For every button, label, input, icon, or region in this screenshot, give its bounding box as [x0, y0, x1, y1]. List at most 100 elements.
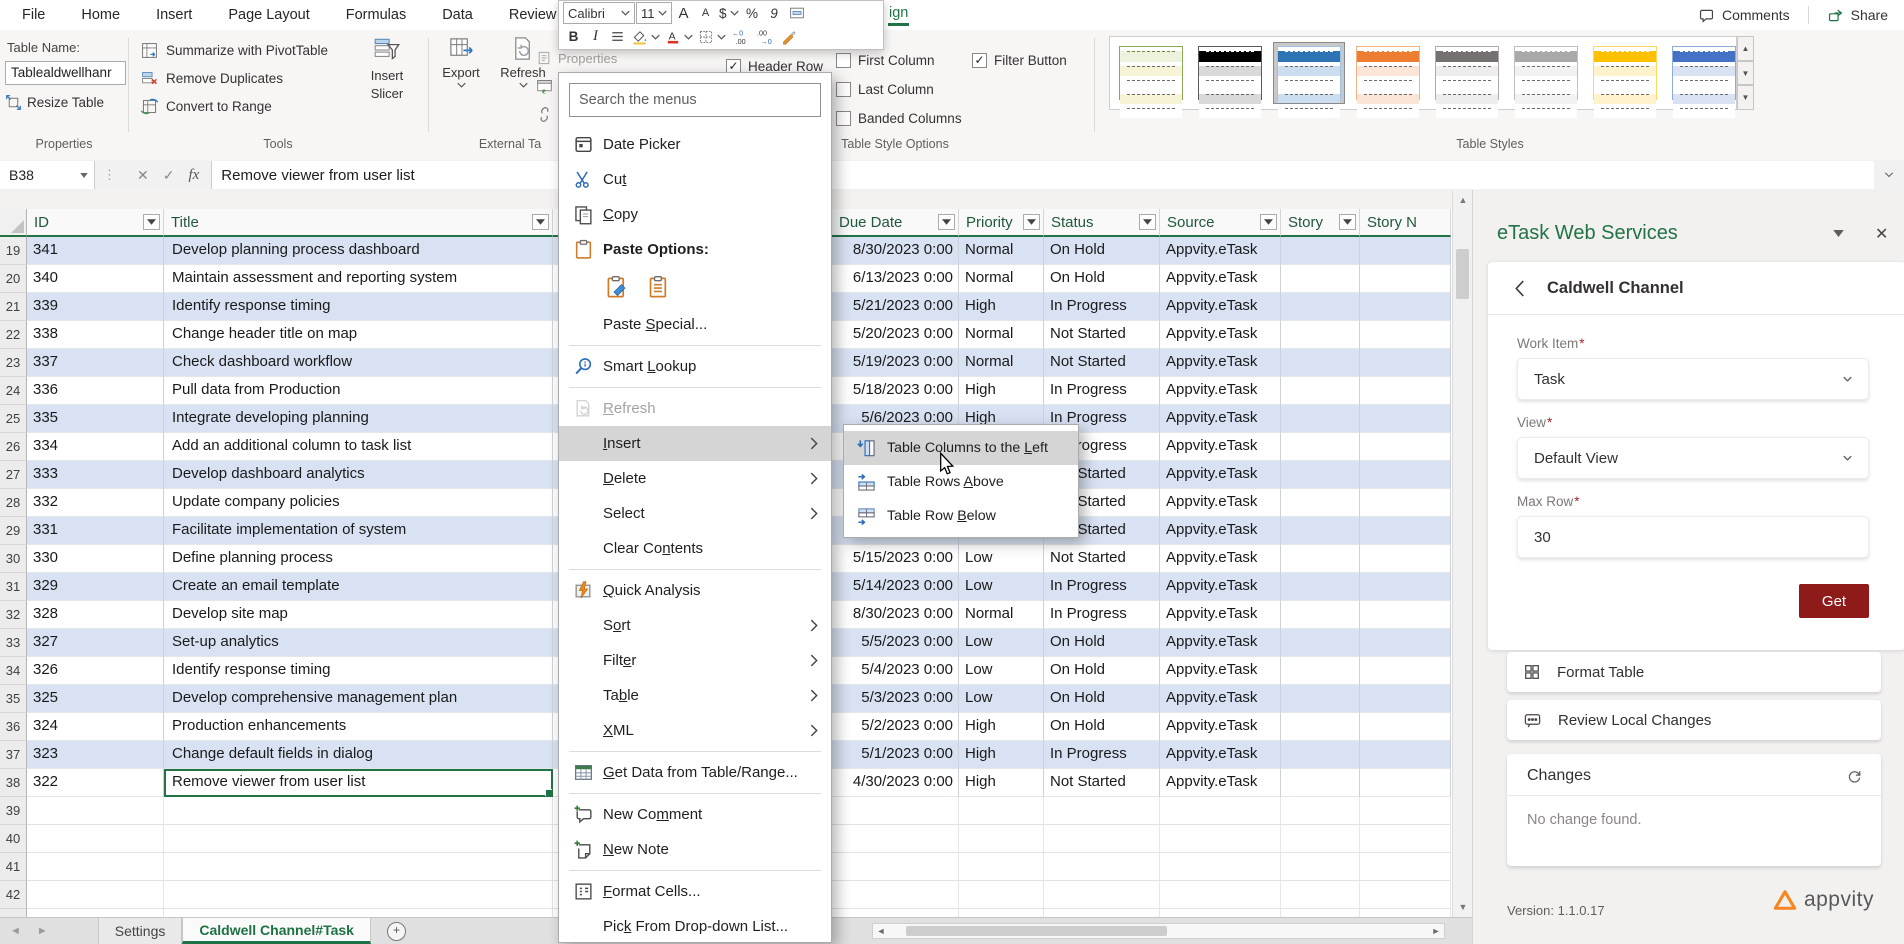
- cell-empty[interactable]: [959, 825, 1044, 853]
- cell-story[interactable]: [1281, 321, 1360, 349]
- cell-due[interactable]: 5/1/2023 0:00: [832, 741, 959, 769]
- cell-status[interactable]: Not Started: [1044, 349, 1160, 377]
- panel-close-icon[interactable]: ✕: [1875, 224, 1888, 244]
- cell-empty[interactable]: [164, 909, 553, 917]
- cell-source[interactable]: Appvity.eTask: [1160, 461, 1281, 489]
- cell-status[interactable]: Not Started: [1044, 321, 1160, 349]
- cell-empty[interactable]: [1360, 909, 1451, 917]
- cell-status[interactable]: On Hold: [1044, 629, 1160, 657]
- filter-button[interactable]: [938, 214, 955, 230]
- cell-id[interactable]: 323: [27, 741, 164, 769]
- table-style-swatch-8[interactable]: [1669, 43, 1739, 103]
- gallery-more-button[interactable]: ▼: [1737, 85, 1754, 110]
- cell-story[interactable]: [1281, 405, 1360, 433]
- cell-empty[interactable]: [1160, 881, 1281, 909]
- shrink-font-icon[interactable]: A: [695, 2, 716, 24]
- menu-item-paste-options[interactable]: Paste Options:: [559, 232, 831, 267]
- column-header-id[interactable]: ID: [27, 209, 164, 237]
- cell-empty[interactable]: [1044, 797, 1160, 825]
- row-number[interactable]: 36: [0, 713, 27, 741]
- cell-storyn[interactable]: [1360, 265, 1451, 293]
- scroll-up-arrow[interactable]: ▲: [1453, 190, 1473, 210]
- cell-id[interactable]: 332: [27, 489, 164, 517]
- cell-due[interactable]: 5/14/2023 0:00: [832, 573, 959, 601]
- table-name-input[interactable]: Tablealdwellhanr: [5, 61, 126, 85]
- cell-story[interactable]: [1281, 629, 1360, 657]
- menu-item-copy[interactable]: Copy: [559, 197, 831, 232]
- cell-priority[interactable]: Normal: [959, 265, 1044, 293]
- cell-priority[interactable]: Normal: [959, 601, 1044, 629]
- cell-id[interactable]: 341: [27, 237, 164, 265]
- cell-empty[interactable]: [1160, 797, 1281, 825]
- cell-title[interactable]: Develop dashboard analytics: [164, 461, 553, 489]
- column-header-title[interactable]: Title: [164, 209, 553, 237]
- cell-story[interactable]: [1281, 293, 1360, 321]
- merge-center-icon[interactable]: [786, 2, 808, 24]
- insert-function-icon[interactable]: fx: [188, 167, 199, 184]
- cell-story[interactable]: [1281, 265, 1360, 293]
- cell-title[interactable]: Identify response timing: [164, 657, 553, 685]
- cell-source[interactable]: Appvity.eTask: [1160, 321, 1281, 349]
- formula-input[interactable]: Remove viewer from user list: [211, 161, 1874, 189]
- cell-empty[interactable]: [1281, 797, 1360, 825]
- cell-source[interactable]: Appvity.eTask: [1160, 769, 1281, 797]
- refresh-changes-icon[interactable]: [1846, 768, 1863, 785]
- cell-storyn[interactable]: [1360, 769, 1451, 797]
- filter-button[interactable]: [1139, 214, 1156, 230]
- cell-source[interactable]: Appvity.eTask: [1160, 657, 1281, 685]
- percent-style-icon[interactable]: %: [742, 2, 763, 24]
- vertical-scroll-thumb[interactable]: [1456, 249, 1469, 299]
- cell-priority[interactable]: High: [959, 769, 1044, 797]
- cell-priority[interactable]: Normal: [959, 321, 1044, 349]
- cell-story[interactable]: [1281, 461, 1360, 489]
- cell-source[interactable]: Appvity.eTask: [1160, 573, 1281, 601]
- cell-story[interactable]: [1281, 517, 1360, 545]
- menu-item-paste-special[interactable]: Paste Special...: [559, 307, 831, 342]
- row-number[interactable]: 31: [0, 573, 27, 601]
- cell-story[interactable]: [1281, 349, 1360, 377]
- row-number[interactable]: 41: [0, 853, 27, 881]
- cell-empty[interactable]: [1281, 825, 1360, 853]
- table-style-swatch-3[interactable]: [1274, 43, 1344, 103]
- ribbon-remove-duplicates[interactable]: Remove Duplicates: [140, 64, 328, 92]
- submenu-item-table-rows-above[interactable]: Table Rows Above: [844, 465, 1078, 499]
- cell-source[interactable]: Appvity.eTask: [1160, 489, 1281, 517]
- decrease-decimal-icon[interactable]: .00→0: [754, 26, 778, 48]
- gallery-up-button[interactable]: ▲: [1737, 36, 1754, 61]
- menu-item-get-data-from-table-range[interactable]: Get Data from Table/Range...: [559, 755, 831, 790]
- cell-story[interactable]: [1281, 377, 1360, 405]
- cell-source[interactable]: Appvity.eTask: [1160, 237, 1281, 265]
- cell-due[interactable]: 5/5/2023 0:00: [832, 629, 959, 657]
- menu-item-quick-analysis[interactable]: Quick Analysis: [559, 573, 831, 608]
- cell-due[interactable]: 5/19/2023 0:00: [832, 349, 959, 377]
- menu-item-sort[interactable]: Sort: [559, 608, 831, 643]
- menu-tab-formulas[interactable]: Formulas: [346, 7, 406, 23]
- cell-storyn[interactable]: [1360, 405, 1451, 433]
- cell-id[interactable]: 339: [27, 293, 164, 321]
- field-view-select[interactable]: Default View: [1517, 437, 1869, 479]
- sheet-nav-left-icon[interactable]: ◄: [10, 925, 21, 937]
- row-number[interactable]: 42: [0, 881, 27, 909]
- row-number[interactable]: 37: [0, 741, 27, 769]
- column-header-status[interactable]: Status: [1044, 209, 1160, 237]
- cell-story[interactable]: [1281, 433, 1360, 461]
- cell-title[interactable]: Change default fields in dialog: [164, 741, 553, 769]
- cell-story[interactable]: [1281, 685, 1360, 713]
- cell-status[interactable]: In Progress: [1044, 741, 1160, 769]
- cell-empty[interactable]: [27, 797, 164, 825]
- horizontal-scroll-thumb[interactable]: [906, 926, 1167, 936]
- row-number[interactable]: 26: [0, 433, 27, 461]
- cell-title[interactable]: Develop site map: [164, 601, 553, 629]
- cell-empty[interactable]: [1281, 853, 1360, 881]
- menu-item-filter[interactable]: Filter: [559, 643, 831, 678]
- cell-title[interactable]: Develop comprehensive management plan: [164, 685, 553, 713]
- cell-empty[interactable]: [832, 825, 959, 853]
- name-box[interactable]: B38: [0, 161, 95, 189]
- cell-story[interactable]: [1281, 601, 1360, 629]
- cell-storyn[interactable]: [1360, 293, 1451, 321]
- cell-due[interactable]: 8/30/2023 0:00: [832, 601, 959, 629]
- cell-storyn[interactable]: [1360, 349, 1451, 377]
- cell-title[interactable]: Update company policies: [164, 489, 553, 517]
- get-button[interactable]: Get: [1799, 584, 1869, 618]
- scroll-down-arrow[interactable]: ▼: [1453, 897, 1473, 917]
